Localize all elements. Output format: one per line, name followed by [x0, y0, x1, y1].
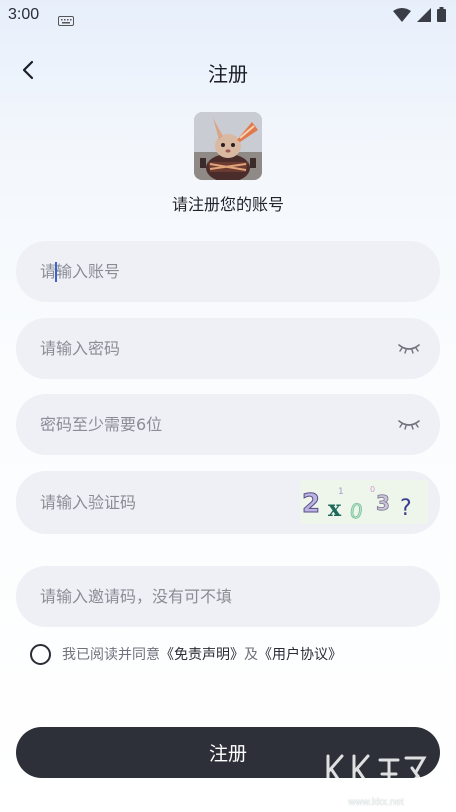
- agreement-and: 及: [244, 647, 258, 663]
- captcha-char: ?: [400, 496, 412, 521]
- account-field[interactable]: [16, 241, 440, 302]
- password-field[interactable]: [16, 318, 440, 379]
- text-cursor: [55, 262, 57, 282]
- user-agreement-link[interactable]: 《用户协议》: [258, 644, 342, 664]
- invite-code-input[interactable]: [40, 587, 420, 606]
- status-bar: 3:00: [0, 0, 456, 32]
- watermark-text: www.kkx.net: [348, 797, 404, 808]
- wifi-icon: [393, 7, 411, 26]
- invite-code-field[interactable]: [16, 566, 440, 627]
- confirm-password-field[interactable]: [16, 394, 440, 455]
- svg-text:0: 0: [370, 485, 375, 494]
- eye-closed-icon[interactable]: [398, 416, 420, 435]
- app-logo: [194, 112, 262, 180]
- confirm-password-input[interactable]: [40, 415, 340, 434]
- captcha-image[interactable]: 2 x 0 3 ? 1 0: [300, 480, 428, 524]
- captcha-field[interactable]: 2 x 0 3 ? 1 0: [16, 471, 440, 534]
- signal-icon: [417, 7, 431, 26]
- agreement-prefix: 我已阅读并同意: [62, 647, 160, 663]
- svg-text:1: 1: [338, 487, 344, 497]
- captcha-char: 3: [376, 491, 390, 515]
- agree-checkbox[interactable]: [30, 643, 51, 665]
- eye-closed-icon[interactable]: [398, 340, 420, 359]
- account-input[interactable]: [40, 262, 340, 281]
- captcha-char: x: [328, 496, 342, 522]
- header: 注册: [0, 50, 456, 94]
- watermark-logo: www.kkx.net: [320, 748, 432, 810]
- keyboard-icon: [58, 11, 74, 30]
- captcha-input[interactable]: [40, 493, 340, 512]
- captcha-char: 2: [302, 489, 320, 519]
- page-subtitle: 请注册您的账号: [171, 195, 284, 214]
- status-time: 3:00: [8, 6, 40, 23]
- captcha-char: 0: [348, 498, 365, 524]
- agreement-row: 我已阅读并同意 《免责声明》 及 《用户协议》: [30, 642, 342, 666]
- page-title: 注册: [208, 62, 248, 86]
- battery-icon: [437, 7, 446, 26]
- password-input[interactable]: [40, 339, 340, 358]
- disclaimer-link[interactable]: 《免责声明》: [160, 644, 244, 664]
